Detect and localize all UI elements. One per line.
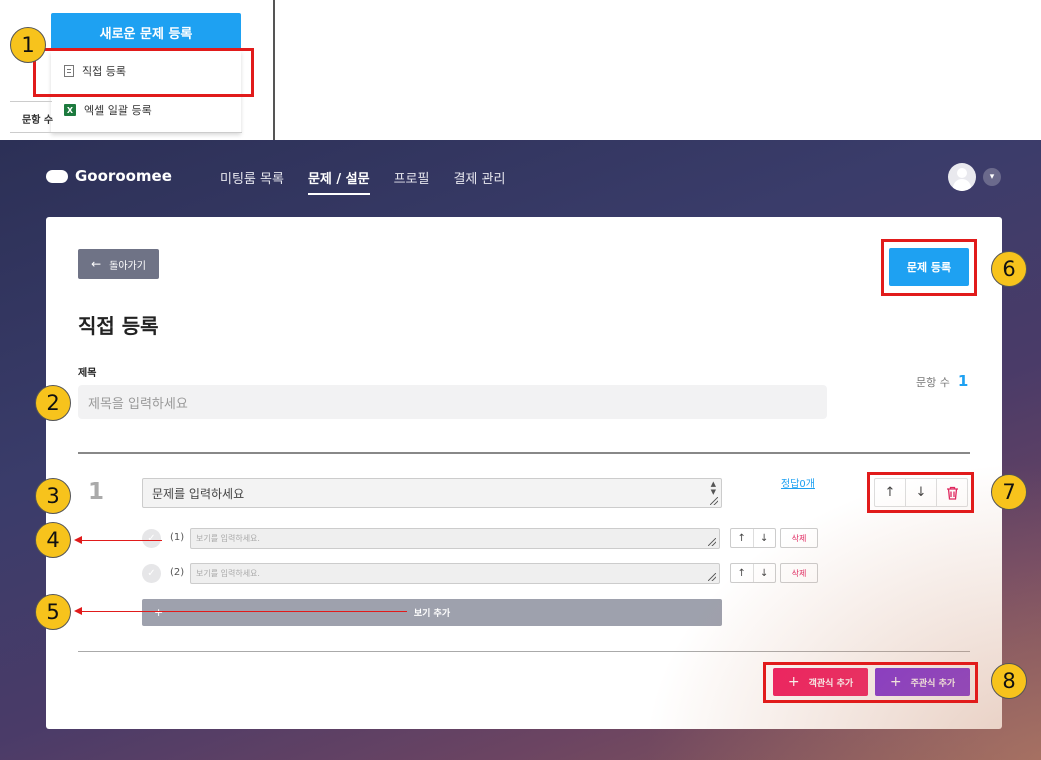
- page-title: 직접 등록: [78, 314, 159, 338]
- highlight-box-1: [33, 48, 254, 97]
- option-placeholder: 보기를 입력하세요.: [196, 534, 260, 543]
- add-option-button[interactable]: + 보기 추가: [142, 599, 722, 626]
- pointer-arrowhead-4: [74, 536, 82, 544]
- move-up-icon[interactable]: ↑: [731, 529, 754, 547]
- editor-card: ← 돌아가기 문제 등록 직접 등록 제목 제목을 입력하세요 문항 수 1 1…: [46, 217, 1002, 729]
- add-option-label: 보기 추가: [413, 609, 451, 619]
- question-placeholder: 문제를 입력하세요: [152, 486, 245, 501]
- brand-logo[interactable]: Gooroomee: [46, 167, 172, 185]
- move-up-icon[interactable]: ↑: [731, 564, 754, 582]
- chevron-down-icon[interactable]: ▾: [983, 168, 1001, 186]
- back-button[interactable]: ← 돌아가기: [78, 249, 159, 279]
- step-marker-8: 8: [991, 663, 1027, 699]
- brand-name: Gooroomee: [75, 167, 172, 185]
- pointer-line-4: [82, 540, 162, 541]
- option-delete-button[interactable]: 삭제: [780, 528, 818, 548]
- divider: [10, 101, 52, 102]
- option-arrows: ↑ ↓: [730, 563, 776, 583]
- option-number: (1): [170, 532, 185, 543]
- option-placeholder: 보기를 입력하세요.: [196, 569, 260, 578]
- nav-link-meeting-rooms[interactable]: 미팅룸 목록: [220, 168, 284, 195]
- option-input[interactable]: 보기를 입력하세요.: [190, 563, 720, 584]
- question-count: 문항 수 1: [916, 372, 968, 390]
- option-arrows: ↑ ↓: [730, 528, 776, 548]
- highlight-box-6: [881, 239, 977, 296]
- question-input[interactable]: 문제를 입력하세요 ▲ ▼: [142, 478, 722, 508]
- divider: [78, 651, 970, 652]
- side-count-label: 문항 수: [22, 115, 54, 126]
- option-input[interactable]: 보기를 입력하세요.: [190, 528, 720, 549]
- move-down-icon[interactable]: ↓: [754, 529, 776, 547]
- highlight-box-7: [867, 472, 974, 513]
- count-label: 문항 수: [916, 376, 950, 389]
- back-label: 돌아가기: [109, 260, 146, 272]
- nav-link-questions[interactable]: 문제 / 설문: [307, 168, 370, 195]
- resize-grip-icon[interactable]: [708, 573, 716, 581]
- excel-icon: X: [64, 104, 76, 116]
- resize-grip-icon[interactable]: [708, 538, 716, 546]
- option-check-icon[interactable]: ✓: [142, 564, 161, 583]
- pointer-arrowhead-5: [74, 607, 82, 615]
- nav-link-billing[interactable]: 결제 관리: [453, 168, 505, 195]
- step-marker-1: 1: [10, 27, 46, 63]
- highlight-box-8: [763, 662, 978, 703]
- divider: [78, 452, 970, 454]
- step-marker-2: 2: [35, 385, 71, 421]
- pointer-line-5: [82, 611, 407, 612]
- nav-links: 미팅룸 목록 문제 / 설문 프로필 결제 관리: [220, 168, 529, 195]
- option-delete-button[interactable]: 삭제: [780, 563, 818, 583]
- top-nav: Gooroomee 미팅룸 목록 문제 / 설문 프로필 결제 관리 ▾: [0, 140, 1041, 216]
- title-field-label: 제목: [78, 368, 97, 379]
- nav-link-profile[interactable]: 프로필: [394, 168, 430, 195]
- cloud-icon: [46, 169, 68, 183]
- step-marker-4: 4: [35, 522, 71, 558]
- title-input[interactable]: 제목을 입력하세요: [78, 385, 827, 419]
- plus-icon: +: [154, 606, 164, 619]
- spinner-icon: ▲ ▼: [710, 480, 716, 496]
- divider: [10, 132, 242, 133]
- answer-count-link[interactable]: 정답0개: [781, 475, 815, 490]
- new-question-button[interactable]: 새로운 문제 등록: [51, 13, 241, 51]
- step-marker-6: 6: [991, 251, 1027, 287]
- move-down-icon[interactable]: ↓: [754, 564, 776, 582]
- question-number: 1: [88, 479, 105, 505]
- count-value: 1: [957, 372, 969, 390]
- resize-grip-icon[interactable]: [710, 497, 718, 505]
- option-check-icon[interactable]: ✓: [142, 529, 161, 548]
- step-marker-5: 5: [35, 594, 71, 630]
- step-marker-3: 3: [35, 478, 71, 514]
- option-number: (2): [170, 567, 185, 578]
- step-marker-7: 7: [991, 474, 1027, 510]
- arrow-left-icon: ←: [91, 257, 102, 271]
- avatar[interactable]: [948, 163, 976, 191]
- menu-item-label: 엑셀 일괄 등록: [84, 104, 152, 117]
